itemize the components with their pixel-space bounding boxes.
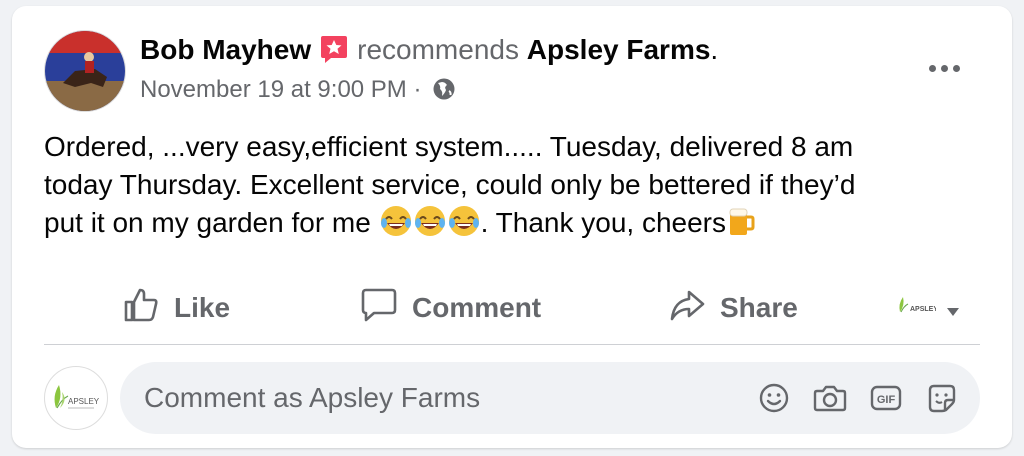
laughing-emoji-icon (447, 204, 481, 248)
beer-mug-emoji-icon (726, 204, 756, 248)
post-timestamp[interactable]: November 19 at 9:00 PM (140, 76, 407, 103)
more-dot (952, 64, 960, 72)
sticker-icon[interactable] (924, 380, 960, 416)
comment-button[interactable]: Comment (360, 282, 541, 334)
post-text-line: today Thursday. Excellent service, could… (44, 169, 856, 200)
post-text-segment: put it on my garden for me (44, 207, 379, 238)
gif-text: GIF (877, 394, 896, 406)
comment-placeholder: Comment as Apsley Farms (144, 382, 481, 413)
more-options-icon[interactable] (924, 50, 964, 86)
avatar-logo-text: APSLEY (68, 397, 100, 406)
caret-down-icon (946, 292, 960, 324)
laughing-emoji-icon (413, 204, 447, 248)
divider (44, 344, 980, 345)
globe-icon[interactable] (432, 77, 456, 110)
post-body: Ordered, ...very easy,efficient system..… (44, 128, 984, 248)
comment-input[interactable]: Comment as Apsley Farms GIF (120, 362, 980, 434)
meta-separator: · (406, 76, 429, 103)
more-dot (928, 64, 936, 72)
page-name-suffix: . (710, 34, 719, 65)
recommend-badge-icon (319, 34, 349, 73)
laughing-emoji-icon (379, 204, 413, 248)
page-logo-icon: APSLEY (894, 290, 938, 327)
post-meta: November 19 at 9:00 PM · (140, 74, 456, 106)
post-text-line: Ordered, ...very easy,efficient system..… (44, 131, 854, 162)
post-card: Bob Mayhew recommends Apsley Farms. Novem… (12, 6, 1012, 448)
page-logo-text: APSLEY (910, 306, 936, 313)
gif-icon[interactable]: GIF (868, 380, 904, 416)
post-text-line: put it on my garden for me . Thank you, … (44, 204, 984, 248)
share-arrow-icon (668, 286, 706, 331)
share-label: Share (720, 292, 798, 323)
comment-bubble-icon (360, 286, 398, 331)
author-name[interactable]: Bob Mayhew (140, 34, 311, 65)
author-avatar[interactable] (44, 30, 126, 112)
comment-label: Comment (412, 292, 542, 323)
share-button[interactable]: Share (668, 282, 798, 334)
smiley-icon[interactable] (756, 380, 792, 416)
comment-tools: GIF (756, 380, 960, 416)
thumbs-up-icon (122, 286, 160, 331)
page-name-link[interactable]: Apsley Farms (527, 34, 711, 65)
post-actions: Like Comment Share APSLEY (44, 282, 984, 334)
recommends-text: recommends (357, 34, 519, 65)
like-button[interactable]: Like (122, 282, 230, 334)
page-selector-button[interactable]: APSLEY (894, 282, 960, 334)
camera-icon[interactable] (812, 380, 848, 416)
more-dot (940, 64, 948, 72)
post-header: Bob Mayhew recommends Apsley Farms. (140, 32, 718, 68)
like-label: Like (174, 292, 231, 323)
post-text-segment: . Thank you, cheers (480, 207, 727, 238)
commenter-avatar[interactable]: APSLEY (44, 366, 108, 430)
